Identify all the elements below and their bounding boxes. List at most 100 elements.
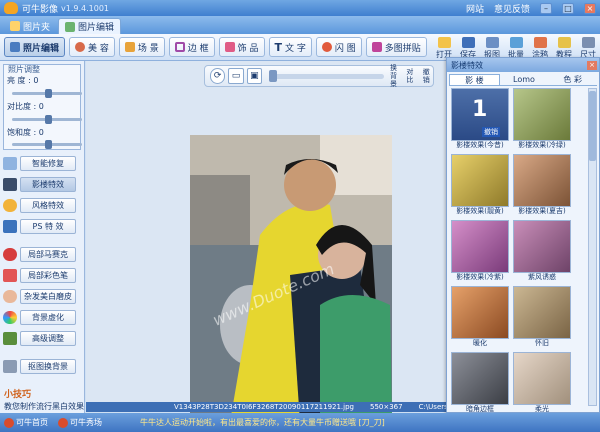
zoom-slider[interactable] — [269, 69, 384, 82]
save-icon — [461, 37, 475, 48]
fx-item[interactable]: 怀旧 — [513, 286, 571, 349]
style-fx-button[interactable]: 风格特效 — [20, 198, 76, 213]
tips-link[interactable]: 教您制作流行黑白效果 — [4, 401, 84, 412]
resize-icon — [581, 37, 595, 48]
mosaic-item[interactable]: 局部马赛克 — [3, 247, 76, 262]
fx-item[interactable]: 1 撤销 影楼效果(今昔) — [451, 88, 509, 151]
fx-thumbnail — [451, 352, 509, 405]
brightness-label: 亮 度 : 0 — [7, 76, 39, 85]
compare-button[interactable]: 对比 — [403, 68, 416, 84]
skin-item[interactable]: 杂发美白磨皮 — [3, 289, 76, 304]
maximize-button[interactable]: □ — [562, 2, 574, 14]
scene-button[interactable]: 场 景 — [118, 37, 165, 57]
fx-scrollbar[interactable] — [588, 88, 597, 406]
fx-item[interactable]: 影楼效果(冷紫) — [451, 220, 509, 283]
news-ticker[interactable]: 牛牛达人运动开始啦，有出最喜爱的你，还有大量牛币赠送哦 [刀_刀] — [140, 417, 385, 428]
fx-item[interactable]: 暗角边框 — [451, 352, 509, 415]
tab-lomo[interactable]: Lomo — [500, 74, 549, 85]
zoom-knob[interactable] — [269, 69, 278, 82]
smart-fix-item[interactable]: 智能修复 — [3, 156, 76, 171]
heart-icon — [3, 248, 17, 261]
minimize-button[interactable]: – — [540, 2, 552, 14]
fx-item[interactable]: 影楼效果(夏吉) — [513, 154, 571, 217]
screen-icon[interactable]: ▭ — [228, 68, 244, 84]
main-tabs: 图片夹 图片编辑 — [0, 16, 600, 34]
text-button[interactable]: T文 字 — [268, 37, 312, 57]
color-pen-button[interactable]: 局部彩色笔 — [20, 268, 76, 283]
show-link[interactable]: 可牛秀场 — [58, 417, 102, 428]
tab-studio[interactable]: 影 楼 — [449, 74, 500, 85]
flash-button[interactable]: 闪 图 — [315, 37, 362, 57]
collage-button[interactable]: 多图拼贴 — [365, 37, 427, 57]
advanced-button[interactable]: 高级调整 — [20, 331, 76, 346]
frame-button[interactable]: 边 框 — [168, 37, 215, 57]
blur-bg-item[interactable]: 背景虚化 — [3, 310, 76, 325]
color-pen-item[interactable]: 局部彩色笔 — [3, 268, 76, 283]
tab-color[interactable]: 色 彩 — [548, 74, 597, 85]
slider-knob[interactable] — [45, 115, 52, 124]
fit-icon[interactable]: ▣ — [246, 68, 263, 84]
rotate-icon[interactable]: ⟳ — [210, 68, 226, 84]
fx-label: 暖化 — [473, 339, 487, 347]
website-link[interactable]: 网站 — [466, 2, 484, 15]
slider-knob[interactable] — [45, 140, 52, 149]
brightness-slider[interactable] — [12, 89, 82, 98]
contrast-slider[interactable] — [12, 115, 82, 124]
status-bar: V1343P28T3D234T0I6F3268T20090117211921.j… — [86, 402, 475, 412]
view-controls: ⟳ ▭ ▣ 换背景 对比 撤销 — [204, 64, 434, 88]
style-fx-item[interactable]: 风格特效 — [3, 198, 76, 213]
decoration-button[interactable]: 饰 品 — [218, 37, 265, 57]
slider-knob[interactable] — [45, 89, 52, 98]
mosaic-button[interactable]: 局部马赛克 — [20, 247, 76, 262]
cutout-button[interactable]: 抠图换背景 — [20, 359, 76, 374]
close-button[interactable]: × — [584, 2, 596, 14]
folder-icon — [10, 21, 20, 31]
report-icon — [485, 37, 499, 48]
fx-thumbnail — [513, 286, 571, 339]
photo-edit-button[interactable]: 照片编辑 — [4, 37, 66, 57]
title-bar: 可牛影像 v1.9.4.1001 网站 意见反馈 – □ × — [0, 0, 600, 16]
batch-icon — [509, 37, 523, 48]
fx-item[interactable]: 柔光 — [513, 352, 571, 415]
sun-icon — [3, 199, 17, 212]
studio-fx-button[interactable]: 影楼特效 — [20, 177, 76, 192]
fx-thumbnail — [513, 220, 571, 273]
home-link[interactable]: 可牛首页 — [4, 417, 48, 428]
advanced-item[interactable]: 高级调整 — [3, 331, 76, 346]
fx-item[interactable]: 影楼效果(靓黄) — [451, 154, 509, 217]
fx-item[interactable]: 暖化 — [451, 286, 509, 349]
scene-icon — [124, 42, 135, 52]
fx-thumbnail — [513, 88, 571, 141]
settings-icon — [3, 332, 17, 345]
app-logo-icon — [4, 2, 18, 14]
saturation-slider[interactable] — [12, 140, 82, 149]
tab-photo-folder[interactable]: 图片夹 — [4, 18, 56, 34]
fx-item[interactable]: 影楼效果(冷绿) — [513, 88, 571, 151]
panel-title: 影楼特效 — [451, 60, 483, 70]
feedback-link[interactable]: 意见反馈 — [494, 2, 530, 15]
picture-icon — [65, 21, 76, 32]
fx-tabs: 影 楼 Lomo 色 彩 — [449, 74, 597, 86]
open-folder-icon — [437, 37, 451, 48]
fx-thumbnail — [451, 220, 509, 273]
close-icon[interactable]: × — [587, 60, 597, 70]
smart-fix-button[interactable]: 智能修复 — [20, 156, 76, 171]
change-bg-button[interactable]: 换背景 — [387, 64, 400, 88]
fx-thumbnail — [513, 352, 571, 405]
ps-fx-button[interactable]: PS 特 效 — [20, 219, 76, 234]
fx-thumbnail — [451, 154, 509, 207]
fx-thumbnail: 1 撤销 — [451, 88, 509, 141]
blur-bg-button[interactable]: 背景虚化 — [20, 310, 76, 325]
studio-fx-item[interactable]: 影楼特效 — [3, 177, 76, 192]
scroll-thumb[interactable] — [589, 91, 596, 161]
beauty-button[interactable]: 美 容 — [69, 37, 115, 57]
undo-button[interactable]: 撤销 — [420, 68, 433, 84]
ps-fx-item[interactable]: PS 特 效 — [3, 219, 76, 234]
edit-icon — [10, 42, 20, 52]
tab-photo-edit[interactable]: 图片编辑 — [58, 18, 122, 34]
button-label: 文 字 — [285, 43, 306, 54]
fx-item[interactable]: 紫风诱惑 — [513, 220, 571, 283]
cutout-item[interactable]: 抠图换背景 — [3, 359, 76, 374]
skin-button[interactable]: 杂发美白磨皮 — [20, 289, 76, 304]
photo-canvas[interactable]: www.Duote.com — [190, 135, 392, 422]
